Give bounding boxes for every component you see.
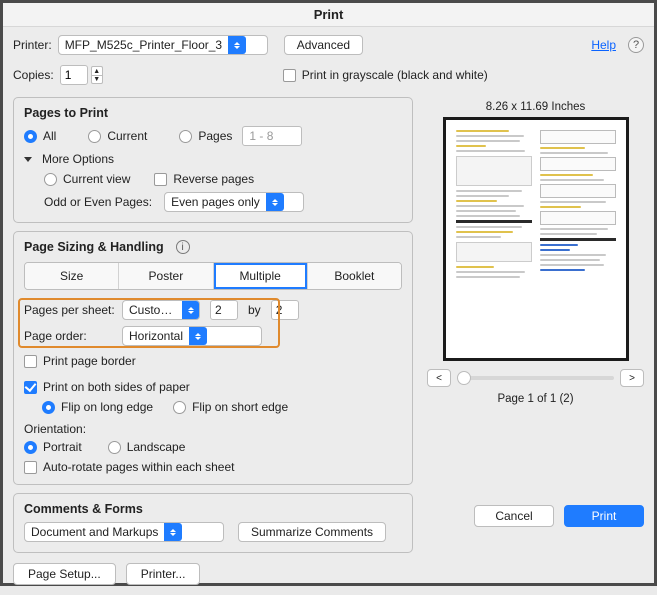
seg-booklet[interactable]: Booklet xyxy=(308,263,401,289)
preview-page-info: Page 1 of 1 (2) xyxy=(497,393,573,405)
summarize-comments-button[interactable]: Summarize Comments xyxy=(238,522,386,542)
printer-value: MFP_M525c_Printer_Floor_3 xyxy=(65,38,222,52)
orientation-label: Orientation: xyxy=(24,422,402,436)
print-page-border-checkbox[interactable] xyxy=(24,355,37,368)
stepper-down-icon[interactable]: ▼ xyxy=(91,75,103,84)
preview-size-label: 8.26 x 11.69 Inches xyxy=(486,101,586,113)
seg-poster[interactable]: Poster xyxy=(119,263,213,289)
printer-label: Printer: xyxy=(13,38,52,52)
page-order-label: Page order: xyxy=(24,329,116,343)
printer-button[interactable]: Printer... xyxy=(126,563,201,585)
grayscale-label: Print in grayscale (black and white) xyxy=(302,68,488,82)
print-page-border-label: Print page border xyxy=(43,354,136,368)
print-dialog: Print Printer: MFP_M525c_Printer_Floor_3… xyxy=(0,0,657,586)
sizing-segmented: Size Poster Multiple Booklet xyxy=(24,262,402,290)
landscape-radio[interactable] xyxy=(108,441,121,454)
chevron-updown-icon xyxy=(182,301,199,319)
pages-to-print-title: Pages to Print xyxy=(24,106,402,120)
help-icon[interactable]: ? xyxy=(628,37,644,53)
seg-size[interactable]: Size xyxy=(25,263,119,289)
reverse-pages-checkbox[interactable] xyxy=(154,173,167,186)
comments-section: Comments & Forms Document and Markups Su… xyxy=(13,493,413,553)
page-sizing-section: Page Sizing & Handling i Size Poster Mul… xyxy=(13,231,413,485)
page-sizing-title: Page Sizing & Handling xyxy=(24,240,164,254)
auto-rotate-label: Auto-rotate pages within each sheet xyxy=(43,460,234,474)
page-order-select[interactable]: Horizontal xyxy=(122,326,262,346)
pages-all-radio[interactable] xyxy=(24,130,37,143)
help-link[interactable]: Help xyxy=(591,38,616,52)
cancel-button[interactable]: Cancel xyxy=(474,505,554,527)
odd-even-label: Odd or Even Pages: xyxy=(44,195,152,209)
preview-prev-button[interactable]: < xyxy=(427,369,451,387)
printer-select[interactable]: MFP_M525c_Printer_Floor_3 xyxy=(58,35,268,55)
copies-stepper[interactable]: ▲▼ xyxy=(60,65,103,85)
info-icon[interactable]: i xyxy=(176,240,190,254)
comments-select[interactable]: Document and Markups xyxy=(24,522,224,542)
chevron-updown-icon xyxy=(189,327,207,345)
reverse-pages-label: Reverse pages xyxy=(173,172,254,186)
preview-page xyxy=(443,117,629,361)
more-options-label: More Options xyxy=(42,152,114,166)
both-sides-label: Print on both sides of paper xyxy=(43,380,190,394)
grayscale-checkbox[interactable] xyxy=(283,69,296,82)
slider-thumb[interactable] xyxy=(457,371,471,385)
pages-per-sheet-select[interactable]: Custom... xyxy=(122,300,200,320)
stepper-up-icon[interactable]: ▲ xyxy=(91,66,103,75)
chevron-updown-icon xyxy=(228,36,246,54)
chevron-updown-icon xyxy=(266,193,284,211)
both-sides-checkbox[interactable] xyxy=(24,381,37,394)
disclosure-triangle-icon[interactable] xyxy=(24,157,32,162)
odd-even-select[interactable]: Even pages only xyxy=(164,192,304,212)
pages-per-sheet-label: Pages per sheet: xyxy=(24,303,116,317)
pages-current-label: Current xyxy=(107,129,147,143)
advanced-button[interactable]: Advanced xyxy=(284,35,363,55)
seg-multiple[interactable]: Multiple xyxy=(214,263,308,289)
landscape-label: Landscape xyxy=(127,440,186,454)
preview-area: 8.26 x 11.69 Inches xyxy=(427,97,644,527)
copies-label: Copies: xyxy=(13,68,54,82)
print-button[interactable]: Print xyxy=(564,505,644,527)
pages-pages-label: Pages xyxy=(198,129,232,143)
by-label: by xyxy=(248,303,261,317)
copies-input[interactable] xyxy=(60,65,88,85)
flip-short-edge-label: Flip on short edge xyxy=(192,400,288,414)
pages-pages-radio[interactable] xyxy=(179,130,192,143)
flip-short-edge-radio[interactable] xyxy=(173,401,186,414)
pps-cols-input[interactable]: 2 xyxy=(210,300,238,320)
current-view-label: Current view xyxy=(63,172,130,186)
pages-current-radio[interactable] xyxy=(88,130,101,143)
portrait-radio[interactable] xyxy=(24,441,37,454)
pages-to-print-section: Pages to Print All Current Pages 1 - 8 xyxy=(13,97,413,223)
comments-title: Comments & Forms xyxy=(24,502,402,516)
pps-rows-input[interactable]: 2 xyxy=(271,300,299,320)
preview-next-button[interactable]: > xyxy=(620,369,644,387)
current-view-radio[interactable] xyxy=(44,173,57,186)
auto-rotate-checkbox[interactable] xyxy=(24,461,37,474)
titlebar: Print xyxy=(3,3,654,27)
chevron-updown-icon xyxy=(164,523,182,541)
flip-long-edge-label: Flip on long edge xyxy=(61,400,153,414)
portrait-label: Portrait xyxy=(43,440,82,454)
preview-slider[interactable] xyxy=(457,376,614,380)
flip-long-edge-radio[interactable] xyxy=(42,401,55,414)
window-title: Print xyxy=(314,7,344,22)
page-setup-button[interactable]: Page Setup... xyxy=(13,563,116,585)
pages-range-input[interactable]: 1 - 8 xyxy=(242,126,302,146)
pages-all-label: All xyxy=(43,129,56,143)
